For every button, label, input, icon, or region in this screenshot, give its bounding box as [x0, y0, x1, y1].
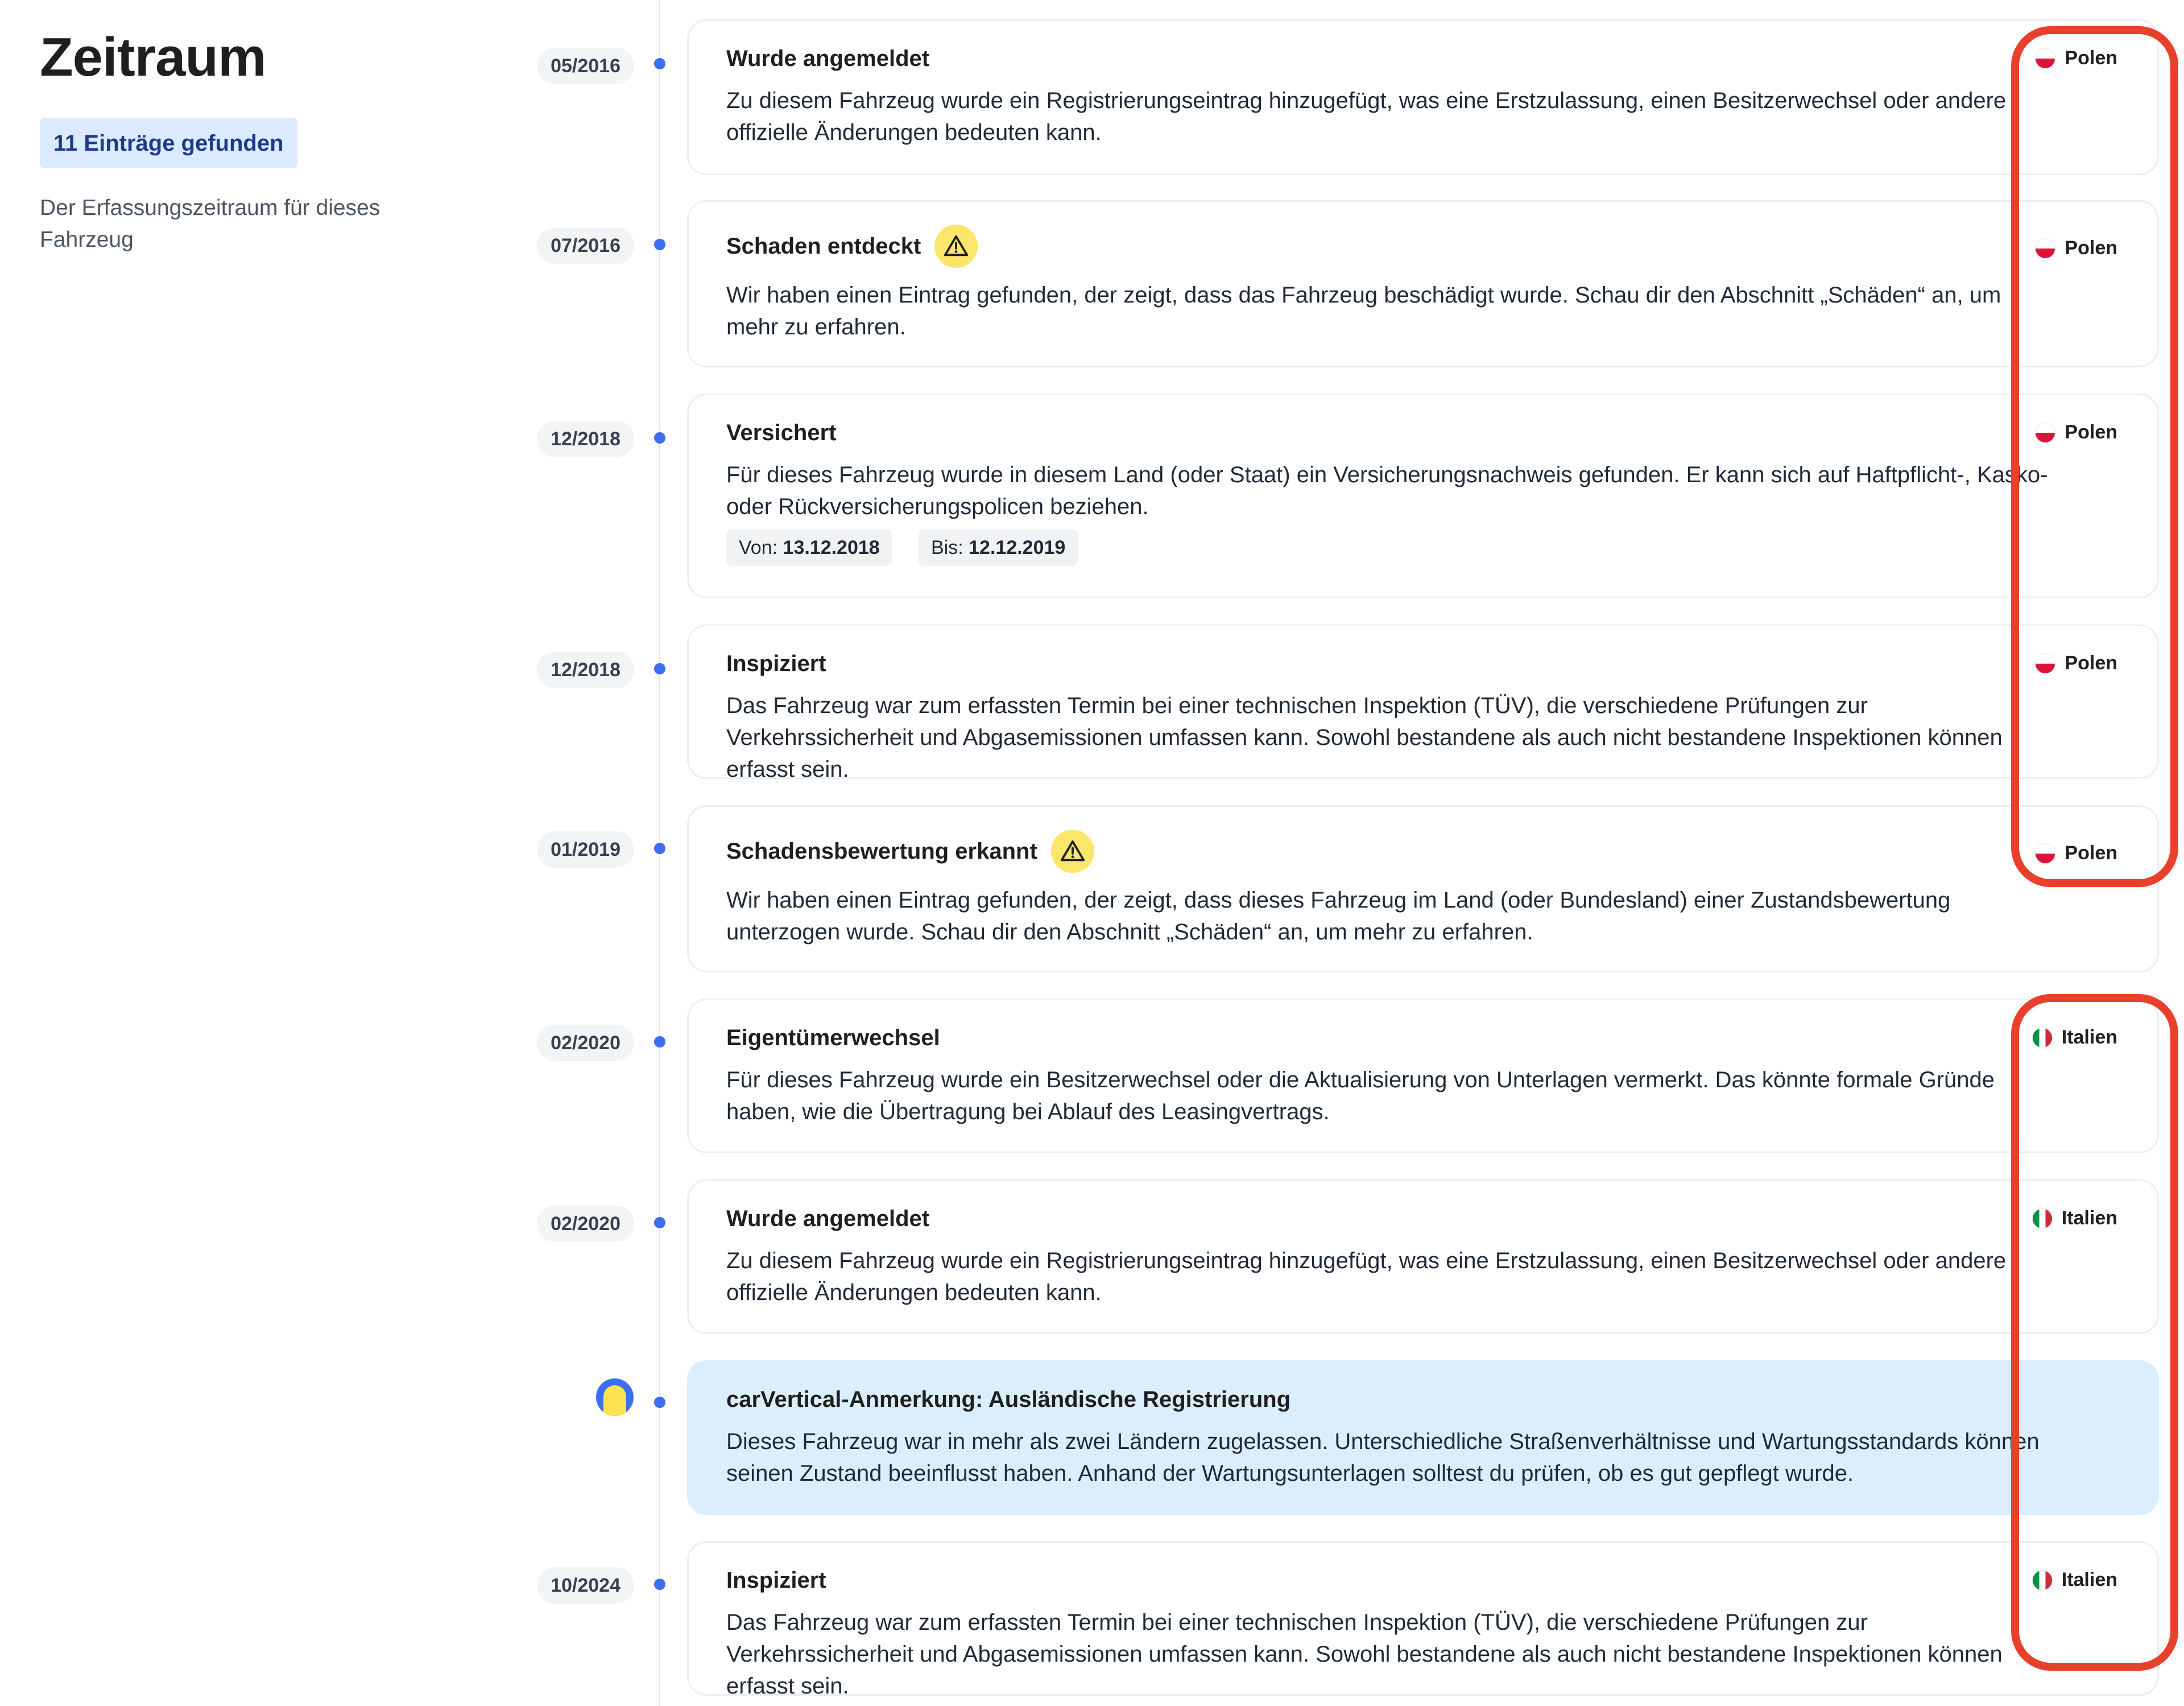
poland-flag-icon: [2035, 843, 2056, 864]
date-pill: 07/2016: [537, 227, 634, 264]
date-pill: 12/2018: [537, 421, 634, 457]
entry-description: Für dieses Fahrzeug wurde ein Besitzerwe…: [726, 1067, 1995, 1124]
entry-title-text: Schaden entdeckt: [726, 233, 921, 259]
country-label: Polen: [2035, 652, 2117, 674]
country-name: Italien: [2061, 1207, 2117, 1229]
country-label: Polen: [2035, 47, 2117, 69]
country-name: Polen: [2065, 237, 2117, 259]
entry-title: Eigentümerwechsel: [726, 1025, 940, 1050]
entry-title: Versichert: [726, 420, 837, 445]
date-pill: 01/2019: [537, 831, 634, 868]
entry-description: Wir haben einen Eintrag gefunden, der ze…: [726, 283, 2001, 339]
country-name: Polen: [2065, 47, 2117, 69]
timeline-dot: [654, 239, 665, 250]
italy-flag-icon: [2032, 1208, 2053, 1229]
country-label: Italien: [2032, 1207, 2117, 1229]
poland-flag-icon: [2035, 238, 2056, 259]
entry-description: Zu diesem Fahrzeug wurde ein Registrieru…: [726, 1248, 2007, 1305]
entry-title: Wurde angemeldet: [726, 46, 930, 71]
timeline-entry-card: Schadensbewertung erkannt Polen Wir habe…: [687, 805, 2159, 972]
timeline-dot: [654, 1397, 665, 1408]
date-pill: 12/2018: [537, 652, 634, 688]
entry-title: Schadensbewertung erkannt: [726, 830, 1094, 873]
poland-flag-icon: [2035, 48, 2056, 69]
entry-description: Zu diesem Fahrzeug wurde ein Registrieru…: [726, 88, 2007, 145]
insurance-from-chip: Von: 13.12.2018: [726, 529, 892, 566]
timeline-dot: [654, 58, 665, 69]
timeline-entry-card: Schaden entdeckt Polen Wir haben einen E…: [687, 200, 2159, 367]
entry-description: Das Fahrzeug war zum erfassten Termin be…: [726, 693, 2003, 782]
country-label: Italien: [2032, 1026, 2117, 1049]
country-name: Polen: [2065, 842, 2117, 864]
entry-description: Für dieses Fahrzeug wurde in diesem Land…: [726, 462, 2048, 519]
timeline-dot: [654, 1579, 665, 1590]
date-pill: 02/2020: [537, 1025, 634, 1061]
warning-icon: [934, 225, 978, 268]
country-label: Italien: [2032, 1569, 2117, 1591]
timeline-entry-card: Inspiziert Italien Das Fahrzeug war zum …: [687, 1541, 2159, 1699]
timeline-dot: [654, 1217, 665, 1228]
entry-title-text: Schadensbewertung erkannt: [726, 838, 1037, 864]
italy-flag-icon: [2032, 1570, 2053, 1591]
timeline-dot: [654, 663, 665, 674]
country-name: Italien: [2061, 1569, 2117, 1591]
carvertical-note-card: carVertical-Anmerkung: Ausländische Regi…: [687, 1360, 2159, 1515]
country-name: Italien: [2061, 1026, 2117, 1048]
entry-description: Wir haben einen Eintrag gefunden, der ze…: [726, 888, 1951, 945]
chip-value: 13.12.2018: [783, 537, 880, 558]
entry-description: Das Fahrzeug war zum erfassten Termin be…: [726, 1610, 2003, 1699]
timeline-entry-card: Wurde angemeldet Italien Zu diesem Fahrz…: [687, 1179, 2159, 1334]
timeline-entry-card: Wurde angemeldet Polen Zu diesem Fahrzeu…: [687, 19, 2159, 175]
timeline-entry-card: Versichert Polen Für dieses Fahrzeug wur…: [687, 394, 2159, 598]
entry-title: Inspiziert: [726, 1568, 826, 1593]
timeline-dot: [654, 1036, 665, 1047]
note-title: carVertical-Anmerkung: Ausländische Regi…: [726, 1387, 1291, 1412]
note-description: Dieses Fahrzeug war in mehr als zwei Län…: [726, 1429, 2040, 1486]
timeline-entry-card: Inspiziert Polen Das Fahrzeug war zum er…: [687, 624, 2159, 782]
insurance-to-chip: Bis: 12.12.2019: [919, 529, 1078, 566]
timeline-dot: [654, 432, 665, 444]
entry-title: Wurde angemeldet: [726, 1206, 930, 1231]
timeline-description: Der Erfassungszeitraum für dieses Fahrze…: [40, 196, 380, 252]
warning-icon: [1050, 830, 1094, 873]
country-name: Polen: [2065, 421, 2117, 443]
entry-title: Inspiziert: [726, 651, 826, 676]
page-title: Zeitraum: [40, 27, 266, 88]
country-label: Polen: [2035, 842, 2117, 864]
date-pill: 02/2020: [537, 1206, 634, 1242]
date-pill: 05/2016: [537, 48, 634, 84]
chip-label: Bis:: [931, 537, 963, 558]
carvertical-avatar-icon: [596, 1378, 634, 1416]
chip-label: Von:: [739, 537, 778, 558]
country-label: Polen: [2035, 237, 2117, 259]
poland-flag-icon: [2035, 653, 2056, 674]
country-label: Polen: [2035, 421, 2117, 444]
country-name: Polen: [2065, 652, 2117, 674]
poland-flag-icon: [2035, 422, 2056, 443]
timeline-dot: [654, 843, 665, 854]
timeline-entry-card: Eigentümerwechsel Italien Für dieses Fah…: [687, 999, 2159, 1153]
entry-title: Schaden entdeckt: [726, 225, 978, 268]
entries-count-badge: 11 Einträge gefunden: [40, 118, 297, 168]
italy-flag-icon: [2032, 1027, 2053, 1048]
date-pill: 10/2024: [537, 1567, 634, 1604]
chip-value: 12.12.2019: [969, 537, 1066, 558]
